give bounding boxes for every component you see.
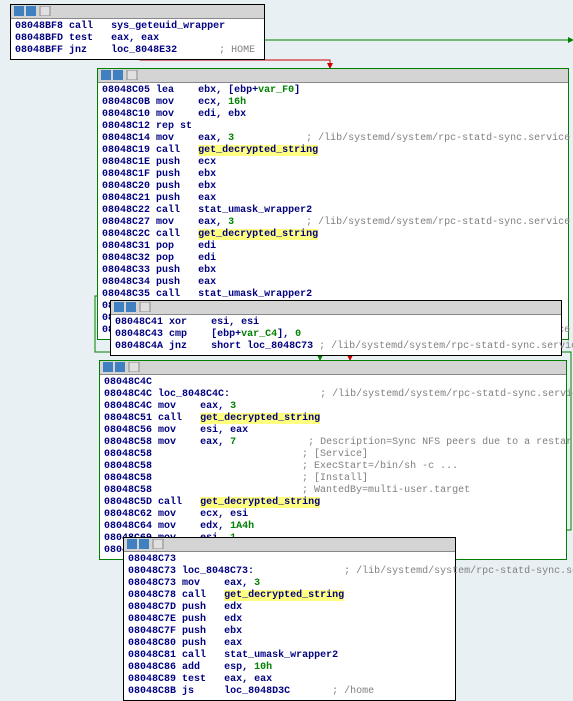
disasm-block-1[interactable]: 08048BF8 call sys_geteuid_wrapper08048BF… [10, 4, 265, 60]
disasm-row[interactable]: 08048C22 call stat_umask_wrapper2 [102, 205, 564, 217]
disasm-row[interactable]: 08048C62 mov ecx, esi [104, 509, 562, 521]
disasm-row[interactable]: 08048C1F push ebx [102, 169, 564, 181]
disasm-row[interactable]: 08048C73 mov eax, 3 [128, 578, 451, 590]
disasm-row[interactable]: 08048C27 mov eax, 3 ; /lib/systemd/syste… [102, 217, 564, 229]
disasm-row[interactable]: 08048C58 ; ExecStart=/bin/sh -c ... [104, 461, 562, 473]
disasm-row[interactable]: 08048C58 ; [Install] [104, 473, 562, 485]
block-content: 08048BF8 call sys_geteuid_wrapper08048BF… [11, 19, 264, 59]
disasm-row[interactable]: 08048C7F push ebx [128, 626, 451, 638]
disasm-row[interactable]: 08048C4C mov eax, 3 [104, 401, 562, 413]
disasm-row[interactable]: 08048C7E push edx [128, 614, 451, 626]
disasm-row[interactable]: 08048C21 push eax [102, 193, 564, 205]
block-toolbar-icons[interactable] [103, 362, 143, 372]
disasm-row[interactable]: 08048BF8 call sys_geteuid_wrapper [15, 21, 260, 33]
disasm-row[interactable]: 08048C0B mov ecx, 16h [102, 97, 564, 109]
disasm-row[interactable]: 08048C73 loc_8048C73: ; /lib/systemd/sys… [128, 566, 451, 578]
block-header[interactable] [111, 301, 561, 315]
disasm-row[interactable]: 08048C4C [104, 377, 562, 389]
block-toolbar-icons[interactable] [127, 539, 167, 549]
disasm-row[interactable]: 08048C4C loc_8048C4C: ; /lib/systemd/sys… [104, 389, 562, 401]
disasm-row[interactable]: 08048C86 add esp, 10h [128, 662, 451, 674]
disasm-block-3[interactable]: 08048C41 xor esi, esi08048C43 cmp [ebp+v… [110, 300, 562, 356]
disasm-block-4[interactable]: 08048C4C 08048C4C loc_8048C4C: ; /lib/sy… [99, 360, 567, 560]
disasm-row[interactable]: 08048C8B js loc_8048D3C ; /home [128, 686, 451, 698]
disasm-row[interactable]: 08048BFD test eax, eax [15, 33, 260, 45]
block-header[interactable] [124, 538, 455, 552]
disasm-row[interactable]: 08048C78 call get_decrypted_string [128, 590, 451, 602]
block-header[interactable] [98, 69, 568, 83]
disasm-row[interactable]: 08048C14 mov eax, 3 ; /lib/systemd/syste… [102, 133, 564, 145]
disasm-row[interactable]: 08048C4A jnz short loc_8048C73 ; /lib/sy… [115, 341, 557, 353]
block-header[interactable] [11, 5, 264, 19]
disasm-row[interactable]: 08048C81 call stat_umask_wrapper2 [128, 650, 451, 662]
disasm-row[interactable]: 08048C89 test eax, eax [128, 674, 451, 686]
disasm-row[interactable]: 08048BFF jnz loc_8048E32 ; HOME [15, 45, 260, 57]
block-toolbar-icons[interactable] [101, 70, 141, 80]
disasm-row[interactable]: 08048C1E push ecx [102, 157, 564, 169]
disasm-row[interactable]: 08048C43 cmp [ebp+var_C4], 0 [115, 329, 557, 341]
disasm-row[interactable]: 08048C05 lea ebx, [ebp+var_F0] [102, 85, 564, 97]
disasm-row[interactable]: 08048C20 push ebx [102, 181, 564, 193]
disasm-row[interactable]: 08048C58 mov eax, 7 ; Description=Sync N… [104, 437, 562, 449]
disasm-row[interactable]: 08048C73 [128, 554, 451, 566]
disasm-row[interactable]: 08048C34 push eax [102, 277, 564, 289]
block-content: 08048C41 xor esi, esi08048C43 cmp [ebp+v… [111, 315, 561, 355]
disasm-row[interactable]: 08048C80 push eax [128, 638, 451, 650]
block-toolbar-icons[interactable] [14, 6, 54, 16]
disasm-row[interactable]: 08048C2C call get_decrypted_string [102, 229, 564, 241]
disasm-row[interactable]: 08048C12 rep st [102, 121, 564, 133]
block-content: 08048C4C 08048C4C loc_8048C4C: ; /lib/sy… [100, 375, 566, 559]
disasm-row[interactable]: 08048C56 mov esi, eax [104, 425, 562, 437]
disasm-row[interactable]: 08048C19 call get_decrypted_string [102, 145, 564, 157]
disasm-block-5[interactable]: 08048C73 08048C73 loc_8048C73: ; /lib/sy… [123, 537, 456, 701]
block-content: 08048C73 08048C73 loc_8048C73: ; /lib/sy… [124, 552, 455, 700]
disasm-row[interactable]: 08048C51 call get_decrypted_string [104, 413, 562, 425]
disasm-row[interactable]: 08048C64 mov edx, 1A4h [104, 521, 562, 533]
disasm-row[interactable]: 08048C41 xor esi, esi [115, 317, 557, 329]
block-toolbar-icons[interactable] [114, 302, 154, 312]
disasm-row[interactable]: 08048C5D call get_decrypted_string [104, 497, 562, 509]
disasm-row[interactable]: 08048C32 pop edi [102, 253, 564, 265]
disasm-row[interactable]: 08048C10 mov edi, ebx [102, 109, 564, 121]
disasm-row[interactable]: 08048C58 ; [Service] [104, 449, 562, 461]
block-header[interactable] [100, 361, 566, 375]
disasm-row[interactable]: 08048C31 pop edi [102, 241, 564, 253]
disasm-row[interactable]: 08048C58 ; WantedBy=multi-user.target [104, 485, 562, 497]
disasm-row[interactable]: 08048C33 push ebx [102, 265, 564, 277]
disasm-row[interactable]: 08048C7D push edx [128, 602, 451, 614]
